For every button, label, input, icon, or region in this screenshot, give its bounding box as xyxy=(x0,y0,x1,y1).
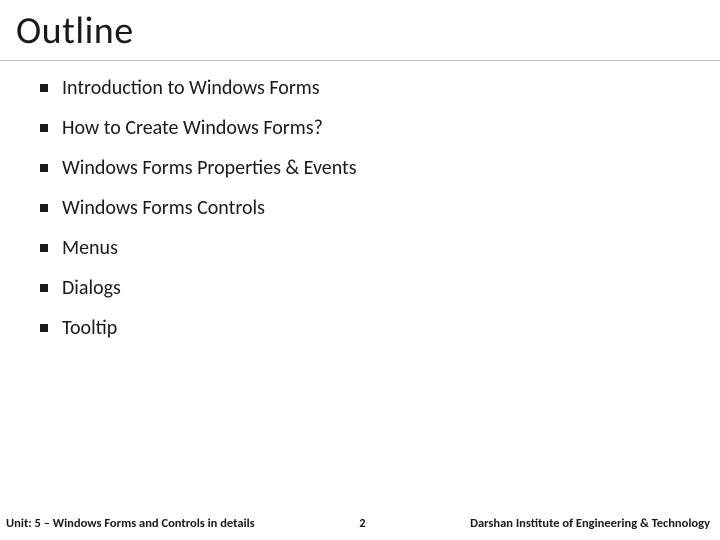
footer-unit: Unit: 5 – Windows Forms and Controls in … xyxy=(6,516,255,531)
list-item: Dialogs xyxy=(40,275,720,301)
square-bullet-icon xyxy=(40,124,48,132)
list-item-label: Menus xyxy=(62,235,118,261)
list-item: Windows Forms Properties & Events xyxy=(40,155,720,181)
list-item-label: Tooltip xyxy=(62,315,117,341)
list-item-label: Windows Forms Properties & Events xyxy=(62,155,357,181)
list-item: Tooltip xyxy=(40,315,720,341)
slide: Outline Introduction to Windows Forms Ho… xyxy=(0,0,720,540)
outline-list: Introduction to Windows Forms How to Cre… xyxy=(40,75,720,341)
footer-institute: Darshan Institute of Engineering & Techn… xyxy=(470,516,710,531)
slide-content: Introduction to Windows Forms How to Cre… xyxy=(0,61,720,540)
list-item-label: Introduction to Windows Forms xyxy=(62,75,320,101)
square-bullet-icon xyxy=(40,204,48,212)
list-item-label: Dialogs xyxy=(62,275,121,301)
square-bullet-icon xyxy=(40,84,48,92)
slide-footer: Unit: 5 – Windows Forms and Controls in … xyxy=(0,506,720,540)
list-item: Menus xyxy=(40,235,720,261)
square-bullet-icon xyxy=(40,324,48,332)
list-item-label: How to Create Windows Forms? xyxy=(62,115,323,141)
square-bullet-icon xyxy=(40,244,48,252)
slide-title: Outline xyxy=(0,0,720,61)
footer-page-number: 2 xyxy=(255,516,470,531)
square-bullet-icon xyxy=(40,164,48,172)
list-item: Windows Forms Controls xyxy=(40,195,720,221)
list-item: How to Create Windows Forms? xyxy=(40,115,720,141)
list-item: Introduction to Windows Forms xyxy=(40,75,720,101)
square-bullet-icon xyxy=(40,284,48,292)
list-item-label: Windows Forms Controls xyxy=(62,195,265,221)
